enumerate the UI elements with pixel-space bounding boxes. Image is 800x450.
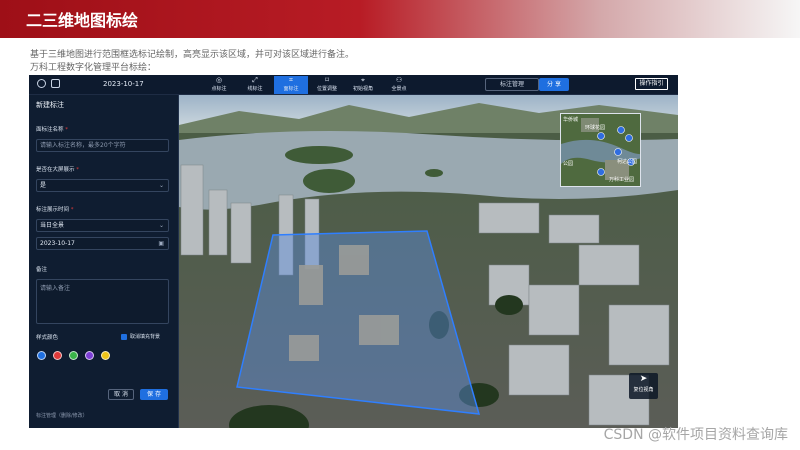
current-date: 2023-10-17 (103, 80, 144, 88)
minimap-label: 柯达公园 (617, 159, 638, 165)
navigation-arrow-icon: ➤ (639, 374, 648, 384)
initial-view-icon: ⌖ (361, 76, 365, 84)
date-picker[interactable]: 2023-10-17 ▣ (36, 237, 169, 250)
label-text: 面标注名称 (36, 127, 64, 133)
calendar-icon: ▣ (158, 240, 164, 247)
save-button[interactable]: 保 存 (140, 389, 168, 400)
platform-screenshot: 2023-10-17 ◎ 点标注 ⤢ 线标注 ⌗ 面标注 ⌑ 位置调整 ⌖ 初始… (29, 75, 678, 428)
color-swatch-purple[interactable] (85, 351, 94, 360)
new-marker-panel: 新建标注 面标注名称 * 请输入标注名称，最多20个字符 是否在大屏展示 * 是… (29, 95, 179, 428)
date-value: 2023-10-17 (40, 240, 75, 247)
tool-label: 初始视角 (352, 86, 373, 92)
display-time-label: 标注展示时间 * (36, 207, 74, 213)
panorama-point-icon: ⚇ (395, 76, 403, 84)
tool-position-adjust[interactable]: ⌑ 位置调整 (310, 76, 344, 94)
tool-panorama-point[interactable]: ⚇ 全景点 (382, 76, 416, 94)
color-swatch-green[interactable] (69, 351, 78, 360)
button-label: 标注管理 (499, 81, 524, 88)
chevron-down-icon: ⌄ (158, 222, 164, 229)
color-swatch-yellow[interactable] (101, 351, 110, 360)
select-value: 是 (40, 182, 47, 189)
style-color-label: 样式颜色 (36, 335, 59, 341)
minimap[interactable]: 华侨城 环球花园 柯达公园 公园 万科工业园 (560, 113, 641, 187)
title-banner: 二三维地图标绘 (0, 0, 800, 38)
operation-guide-button[interactable]: 操作指引 (635, 78, 668, 90)
bigscreen-select[interactable]: 是 ⌄ (36, 179, 169, 192)
screen-icon[interactable] (51, 79, 60, 88)
minimap-label: 华侨城 (563, 117, 579, 123)
search-icon[interactable] (37, 79, 46, 88)
cancel-fill-checkbox[interactable] (121, 334, 127, 340)
marker-management-button[interactable]: 标注管理 (485, 78, 539, 91)
area-marker-icon: ⌗ (289, 76, 293, 84)
select-value: 当日全景 (40, 222, 65, 229)
name-field-label: 面标注名称 * (36, 127, 69, 133)
watermark: CSDN @软件项目资料查询库 (603, 427, 788, 443)
tool-initial-view[interactable]: ⌖ 初始视角 (346, 76, 380, 94)
slide: 二三维地图标绘 基于三维地图进行范围框选标记绘制，高亮显示该区域，并可对该区域进… (0, 0, 800, 450)
reset-view-label: 复位视角 (633, 387, 654, 393)
reset-view-button[interactable]: ➤ 复位视角 (629, 373, 658, 399)
tool-label: 位置调整 (316, 86, 337, 92)
tool-point-marker[interactable]: ◎ 点标注 (202, 76, 236, 94)
tool-line-marker[interactable]: ⤢ 线标注 (238, 76, 272, 94)
panel-title: 新建标注 (36, 101, 64, 109)
tool-label: 面标注 (283, 86, 299, 92)
color-swatch-blue[interactable] (37, 351, 46, 360)
label-text: 标注展示时间 (36, 207, 70, 213)
label-text: 是否在大屏展示 (36, 167, 75, 173)
tool-label: 点标注 (211, 86, 227, 92)
description-line-2: 万科工程数字化管理平台标绘： (30, 63, 157, 73)
note-field-label: 备注 (36, 267, 48, 273)
minimap-label: 公园 (563, 161, 574, 167)
line-marker-icon: ⤢ (252, 76, 258, 84)
tool-label: 线标注 (247, 86, 263, 92)
share-button[interactable]: 分 享 (539, 78, 569, 91)
note-textarea[interactable]: 请输入备注 (36, 279, 169, 324)
marker-management-link[interactable]: 标注管理（删除/修改） (36, 412, 88, 419)
tool-label: 全景点 (391, 86, 407, 92)
description-line-1: 基于三维地图进行范围框选标记绘制，高亮显示该区域，并可对该区域进行备注。 (30, 50, 355, 60)
bigscreen-field-label: 是否在大屏展示 * (36, 167, 80, 173)
display-time-select[interactable]: 当日全景 ⌄ (36, 219, 169, 232)
position-adjust-icon: ⌑ (325, 76, 329, 84)
cancel-button[interactable]: 取 消 (108, 389, 134, 400)
color-swatch-red[interactable] (53, 351, 62, 360)
top-toolbar: 2023-10-17 ◎ 点标注 ⤢ 线标注 ⌗ 面标注 ⌑ 位置调整 ⌖ 初始… (29, 75, 678, 95)
chevron-down-icon: ⌄ (158, 182, 164, 189)
minimap-label: 环球花园 (585, 125, 606, 131)
point-marker-icon: ◎ (215, 76, 223, 84)
cancel-fill-label: 取消填充背景 (130, 334, 161, 340)
marker-name-input[interactable]: 请输入标注名称，最多20个字符 (36, 139, 169, 152)
page-title: 二三维地图标绘 (26, 11, 139, 30)
tool-area-marker[interactable]: ⌗ 面标注 (274, 76, 308, 94)
minimap-label: 万科工业园 (609, 177, 635, 183)
